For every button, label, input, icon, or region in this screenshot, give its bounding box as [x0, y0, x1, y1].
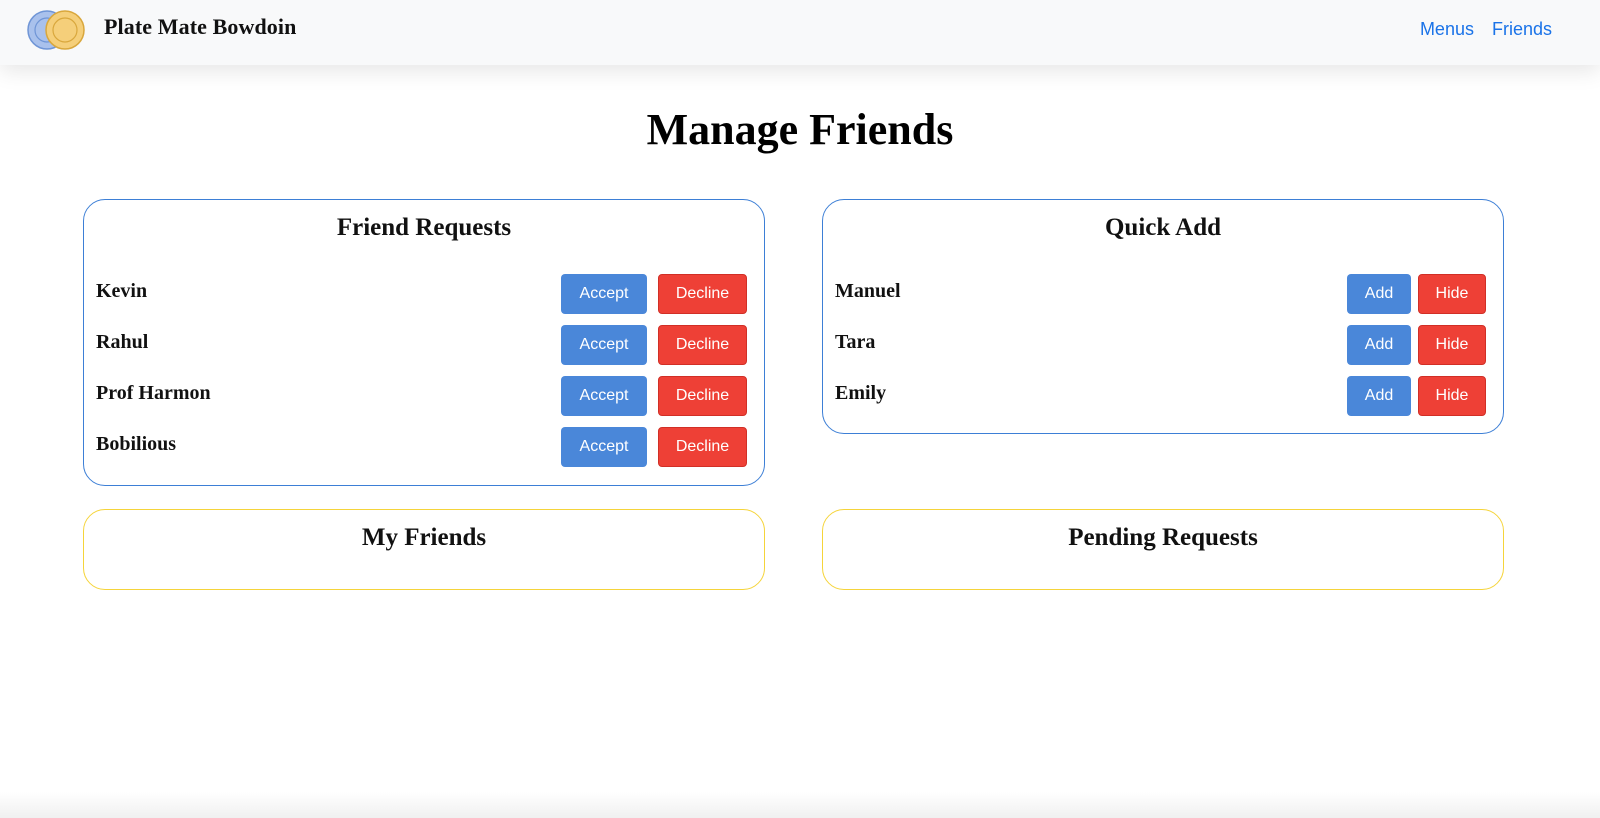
quick-add-row: Tara Add Hide: [835, 325, 1486, 365]
nav-link-friends[interactable]: Friends: [1492, 19, 1552, 40]
my-friends-title: My Friends: [361, 524, 487, 551]
friend-request-name: Kevin: [96, 280, 148, 302]
nav-links: Menus Friends: [1420, 19, 1552, 40]
brand-title[interactable]: Plate Mate Bowdoin: [104, 14, 296, 40]
quick-add-card: Quick Add Manuel Add Hide Tara Add Hide …: [822, 199, 1504, 434]
pending-requests-card: Pending Requests: [822, 509, 1504, 590]
quick-add-name: Emily: [835, 382, 887, 404]
add-button[interactable]: Add: [1347, 274, 1411, 314]
page-title: Manage Friends: [646, 105, 954, 154]
decline-button[interactable]: Decline: [658, 427, 747, 467]
friend-request-name: Rahul: [96, 331, 149, 353]
add-button[interactable]: Add: [1347, 325, 1411, 365]
quick-add-name: Tara: [835, 331, 876, 353]
hide-button[interactable]: Hide: [1418, 376, 1486, 416]
friend-request-name: Bobilious: [96, 433, 177, 455]
accept-button[interactable]: Accept: [561, 427, 647, 467]
decline-button[interactable]: Decline: [658, 274, 747, 314]
decline-button[interactable]: Decline: [658, 325, 747, 365]
footer-shadow: [0, 792, 1600, 818]
friend-request-row: Kevin Accept Decline: [96, 274, 747, 314]
navbar: Plate Mate Bowdoin Menus Friends: [0, 0, 1600, 65]
plate-mate-logo-icon[interactable]: [27, 9, 87, 51]
accept-button[interactable]: Accept: [561, 376, 647, 416]
friend-request-row: Bobilious Accept Decline: [96, 427, 747, 467]
pending-requests-title: Pending Requests: [1068, 524, 1258, 551]
quick-add-name: Manuel: [835, 280, 901, 302]
add-button[interactable]: Add: [1347, 376, 1411, 416]
hide-button[interactable]: Hide: [1418, 274, 1486, 314]
accept-button[interactable]: Accept: [561, 274, 647, 314]
friend-requests-card: Friend Requests Kevin Accept Decline Rah…: [83, 199, 765, 486]
quick-add-row: Manuel Add Hide: [835, 274, 1486, 314]
my-friends-card: My Friends: [83, 509, 765, 590]
decline-button[interactable]: Decline: [658, 376, 747, 416]
friend-requests-title: Friend Requests: [336, 214, 512, 241]
friend-request-row: Prof Harmon Accept Decline: [96, 376, 747, 416]
quick-add-title: Quick Add: [1104, 214, 1222, 241]
quick-add-row: Emily Add Hide: [835, 376, 1486, 416]
friend-request-row: Rahul Accept Decline: [96, 325, 747, 365]
accept-button[interactable]: Accept: [561, 325, 647, 365]
nav-link-menus[interactable]: Menus: [1420, 19, 1474, 40]
hide-button[interactable]: Hide: [1418, 325, 1486, 365]
friend-request-name: Prof Harmon: [96, 382, 211, 404]
